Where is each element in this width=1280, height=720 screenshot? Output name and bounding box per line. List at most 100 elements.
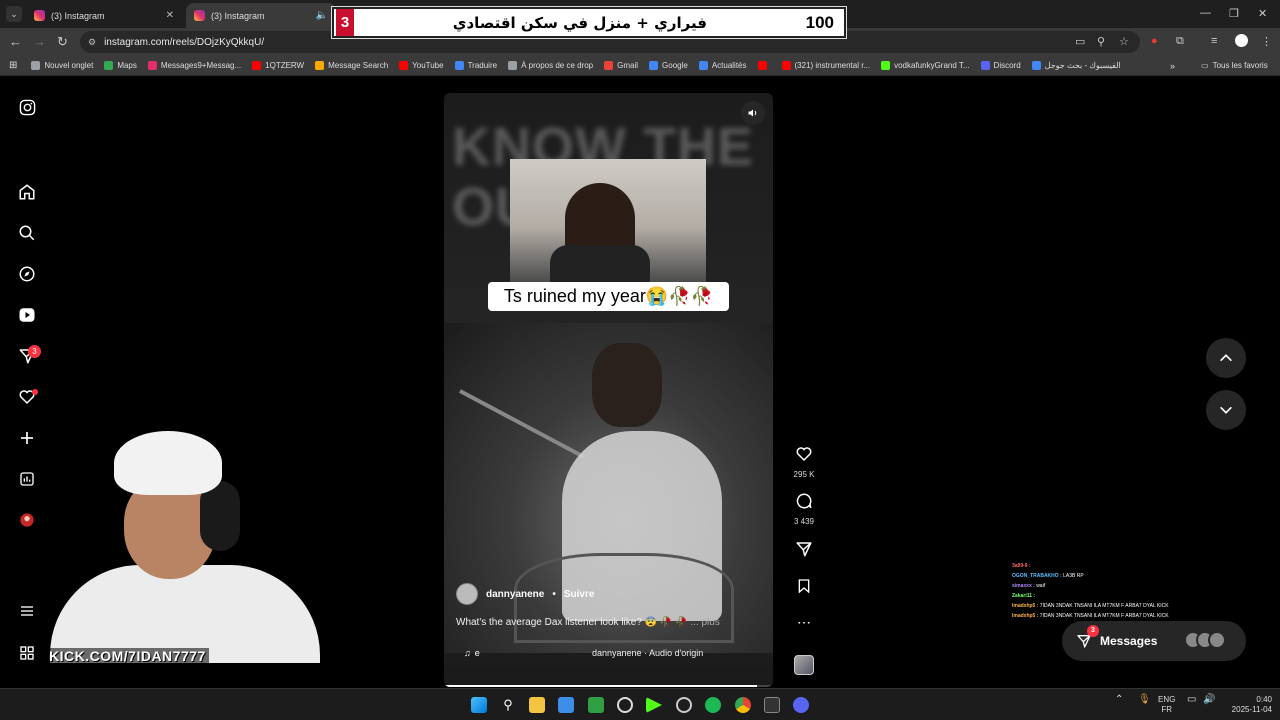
chat-username: Zakari11 : (1012, 593, 1036, 599)
heart-icon (796, 447, 812, 462)
more-menu-icon[interactable] (17, 601, 37, 621)
kick-app-icon[interactable] (646, 697, 662, 713)
bookmark-item[interactable]: Discord (980, 61, 1021, 70)
app-icon[interactable] (588, 697, 604, 713)
bookmark-favicon-icon (508, 61, 518, 70)
tab-instagram-2[interactable]: (3) Instagram 🔈 (186, 3, 336, 28)
site-info-icon[interactable]: ⚙ (88, 37, 96, 48)
bookmark-star-icon[interactable]: ☆ (1119, 35, 1129, 48)
file-explorer-icon[interactable] (529, 697, 545, 713)
volume-icon[interactable]: 🔊 (1203, 695, 1215, 705)
zoom-icon[interactable]: ⚲ (1097, 35, 1105, 48)
previous-reel-button[interactable] (1206, 338, 1246, 378)
back-button[interactable]: ← (9, 34, 22, 50)
extensions-puzzle-icon[interactable]: ⧉ (1176, 35, 1184, 48)
explore-compass-icon[interactable] (17, 264, 37, 284)
bookmark-label: vodkafunkyGrand T... (894, 61, 970, 70)
also-from-meta-icon[interactable] (17, 643, 37, 663)
bookmark-favicon-icon (147, 61, 157, 70)
follow-button[interactable]: Suivre (564, 589, 595, 600)
discord-icon[interactable] (793, 697, 809, 713)
description-text: What's the average Dax listener look lik… (456, 617, 688, 628)
bookmark-favicon-icon (757, 61, 767, 70)
close-window-button[interactable]: ✕ (1258, 7, 1267, 20)
extension-icon[interactable]: ● (1151, 35, 1158, 47)
epic-games-icon[interactable] (764, 697, 780, 713)
search-icon[interactable] (17, 223, 37, 243)
chrome-icon[interactable] (735, 697, 751, 713)
clock-time: 0:40 (1256, 695, 1272, 704)
reload-button[interactable]: ↻ (57, 34, 68, 50)
author-avatar[interactable] (456, 583, 478, 605)
network-icon[interactable]: ▭ (1187, 695, 1196, 705)
taskbar-search-icon[interactable]: ⚲ (500, 697, 516, 713)
comment-action[interactable]: 3 439 (792, 492, 816, 526)
like-action[interactable]: 295 K (792, 445, 816, 479)
bookmark-item[interactable]: Traduire (454, 61, 497, 70)
microphone-icon[interactable]: 🎙 (1138, 695, 1151, 705)
store-icon[interactable] (558, 697, 574, 713)
more-options-icon[interactable]: ⋯ (792, 614, 816, 631)
tray-chevron-icon[interactable]: ⌃ (1115, 695, 1123, 705)
minimize-button[interactable]: — (1200, 7, 1211, 19)
tab-search-button[interactable]: ⌄ (6, 6, 22, 22)
media-control-icon[interactable]: ≡ (1211, 35, 1217, 47)
bookmark-item[interactable] (757, 61, 771, 70)
music-label[interactable]: ♫ e (464, 648, 480, 658)
chat-message: Zakari11 : (1012, 591, 1192, 601)
bookmark-item[interactable]: Maps (104, 61, 137, 70)
save-action[interactable] (792, 577, 816, 600)
chevron-up-icon (1220, 354, 1232, 362)
share-action[interactable] (792, 540, 816, 563)
bookmark-item[interactable]: Messages9+Messag... (147, 61, 241, 70)
bookmark-favicon-icon (252, 61, 262, 70)
forward-button[interactable]: → (33, 34, 46, 50)
home-icon[interactable] (17, 182, 37, 202)
bookmark-item[interactable]: Message Search (315, 61, 388, 70)
more-bookmarks-icon[interactable]: » (1170, 61, 1175, 71)
mute-button[interactable] (741, 101, 765, 125)
bookmark-item[interactable]: Actualités (698, 61, 747, 70)
instagram-logo-icon[interactable] (17, 97, 37, 117)
clock[interactable]: 0:40 2025-11-04 (1222, 695, 1272, 715)
next-reel-button[interactable] (1206, 390, 1246, 430)
more-link[interactable]: ... plus (690, 617, 719, 628)
bookmark-item[interactable]: الفيسبوك - بحث جوجل (1031, 61, 1121, 70)
bookmark-item[interactable]: À propos de ce drop (508, 61, 593, 70)
apps-grid-icon[interactable]: ⊞ (9, 60, 17, 71)
audio-thumbnail[interactable] (794, 655, 814, 675)
profile-avatar-icon[interactable] (17, 510, 37, 530)
dashboard-icon[interactable] (17, 469, 37, 489)
instagram-favicon-icon (194, 10, 205, 21)
bookmark-item[interactable]: (321) instrumental r... (781, 61, 870, 70)
restore-button[interactable]: ❐ (1229, 7, 1239, 20)
obs-icon[interactable] (617, 697, 633, 713)
tab-instagram-1[interactable]: (3) Instagram ✕ (26, 3, 182, 28)
spotify-icon[interactable] (705, 697, 721, 713)
bookmark-item[interactable]: Gmail (604, 61, 638, 70)
create-plus-icon[interactable] (17, 428, 37, 448)
settings-gear-icon[interactable] (676, 697, 692, 713)
video-progress-bar[interactable] (444, 685, 773, 687)
reels-icon[interactable] (17, 305, 37, 325)
speaker-icon[interactable]: 🔈 (316, 10, 328, 21)
bookmark-item[interactable]: YouTube (399, 61, 444, 70)
start-icon[interactable] (471, 697, 487, 713)
tab-close-icon[interactable]: ✕ (166, 10, 174, 21)
like-count: 295 K (793, 470, 815, 479)
bookmark-item[interactable]: Google (649, 61, 688, 70)
audio-source[interactable]: dannyanene · Audio d'origin (592, 648, 703, 658)
bookmark-favicon-icon (31, 61, 41, 70)
bookmark-item[interactable]: Nouvel onglet (31, 61, 93, 70)
profile-avatar[interactable] (1235, 34, 1248, 47)
reaction-shirt (550, 245, 650, 283)
cast-icon[interactable]: ▭ (1075, 35, 1085, 48)
menu-kebab-icon[interactable]: ⋮ (1261, 35, 1272, 48)
reel-video[interactable]: KNOW THE OU... Ts ruined my year😭🥀🥀 dann… (444, 93, 773, 687)
all-bookmarks[interactable]: ▭ Tous les favoris (1201, 61, 1268, 70)
author-username[interactable]: dannyanene (486, 589, 544, 600)
bookmark-item[interactable]: vodkafunkyGrand T... (881, 61, 970, 70)
language-indicator[interactable]: ENG FR (1158, 695, 1175, 715)
messages-button[interactable]: 3 Messages (1062, 621, 1246, 661)
bookmark-item[interactable]: 1QTZERW (252, 61, 304, 70)
